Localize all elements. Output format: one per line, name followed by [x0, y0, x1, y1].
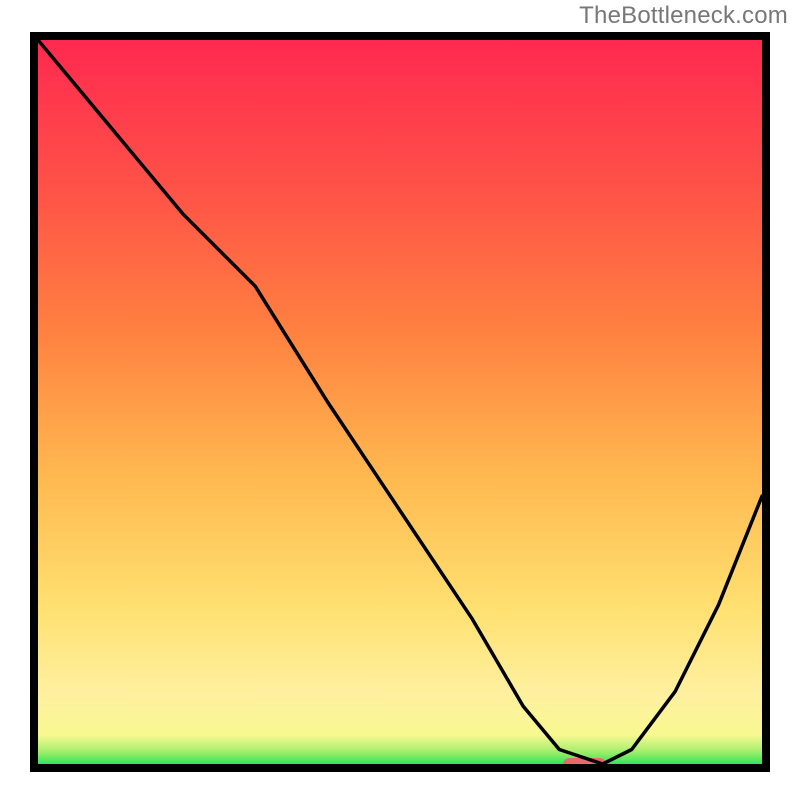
watermark-text: TheBottleneck.com — [579, 2, 788, 30]
bottleneck-chart — [0, 0, 800, 800]
chart-frame: TheBottleneck.com — [0, 0, 800, 800]
gradient-background — [34, 36, 766, 768]
